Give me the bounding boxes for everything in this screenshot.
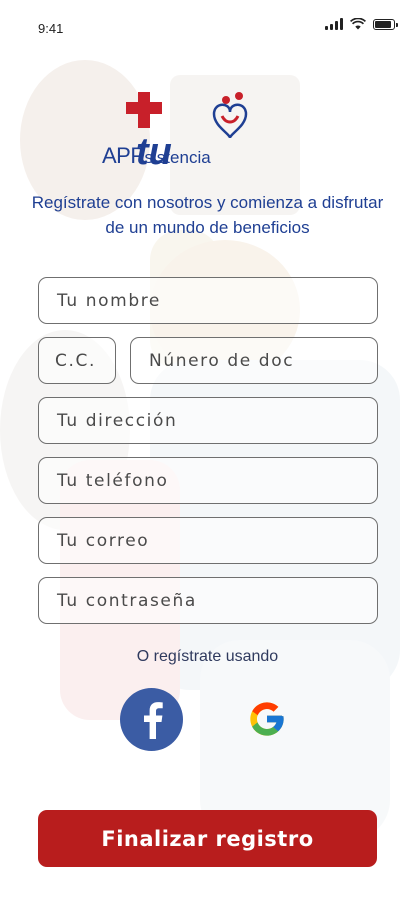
password-field[interactable]: Tu contraseña (38, 577, 378, 624)
address-field[interactable]: Tu dirección (38, 397, 378, 444)
phone-field[interactable]: Tu teléfono (38, 457, 378, 504)
finish-registration-button[interactable]: Finalizar registro (38, 810, 377, 867)
facebook-signup-button[interactable] (120, 688, 183, 751)
signal-icon (325, 18, 343, 30)
status-icons (325, 18, 398, 30)
logo-suffix-text: sistencia (144, 148, 211, 167)
tagline: Regístrate con nosotros y comienza a dis… (31, 193, 384, 237)
doc-type-field[interactable]: C.C. (38, 337, 116, 384)
logo-app-text: APP (102, 143, 145, 168)
battery-icon (373, 18, 398, 30)
alt-signup-label: O regístrate usando (136, 648, 279, 665)
app-logo: tu APPsistencia (102, 90, 308, 170)
google-icon (250, 702, 284, 736)
doc-number-field[interactable]: Núnero de doc (130, 337, 378, 384)
facebook-icon (143, 701, 163, 739)
email-field[interactable]: Tu correo (38, 517, 378, 564)
status-time: 9:41 (38, 21, 64, 36)
wifi-icon (350, 18, 366, 30)
google-signup-button[interactable] (243, 695, 291, 743)
name-field[interactable]: Tu nombre (38, 277, 378, 324)
